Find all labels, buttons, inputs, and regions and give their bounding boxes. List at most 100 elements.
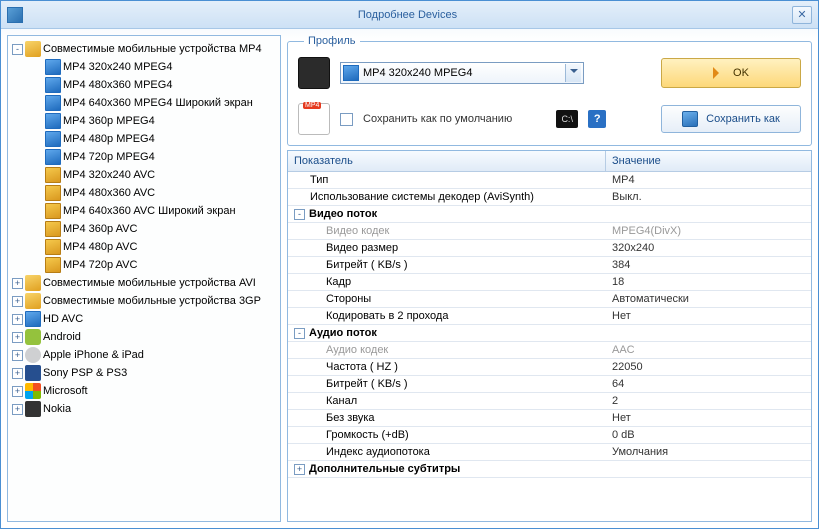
device-tree[interactable]: -Совместимые мобильные устройства MP4 MP4… xyxy=(7,35,281,522)
tree-item[interactable]: MP4 320x240 AVC xyxy=(10,166,278,184)
sony-icon xyxy=(25,365,41,381)
chevron-down-icon[interactable] xyxy=(565,64,581,82)
grid-row[interactable]: Кадр18 xyxy=(288,274,811,291)
tree-item[interactable]: +Совместимые мобильные устройства 3GP xyxy=(10,292,278,310)
close-button[interactable]: ✕ xyxy=(792,6,812,24)
mp4-badge-icon xyxy=(298,103,330,135)
expand-icon[interactable]: - xyxy=(12,44,23,55)
property-value[interactable]: 320x240 xyxy=(606,240,811,256)
expand-icon xyxy=(32,188,43,199)
grid-row[interactable]: Видео размер320x240 xyxy=(288,240,811,257)
expand-icon[interactable]: + xyxy=(12,296,23,307)
property-name: -Аудио поток xyxy=(288,325,606,341)
expand-icon[interactable]: + xyxy=(12,368,23,379)
tree-item[interactable]: MP4 640x360 AVC Широкий экран xyxy=(10,202,278,220)
property-value[interactable]: Умолчания xyxy=(606,444,811,460)
property-value[interactable]: 64 xyxy=(606,376,811,392)
help-icon[interactable]: ? xyxy=(588,110,606,128)
tree-item[interactable]: MP4 480p MPEG4 xyxy=(10,130,278,148)
grid-row[interactable]: Кодировать в 2 проходаНет xyxy=(288,308,811,325)
grid-row[interactable]: Громкость (+dB)0 dB xyxy=(288,427,811,444)
property-value[interactable] xyxy=(606,461,811,477)
tree-item[interactable]: MP4 320x240 MPEG4 xyxy=(10,58,278,76)
tree-item[interactable]: +Sony PSP & PS3 xyxy=(10,364,278,382)
tree-item-label: Apple iPhone & iPad xyxy=(43,349,144,361)
tree-item[interactable]: +Android xyxy=(10,328,278,346)
property-value[interactable] xyxy=(606,206,811,222)
group-expand-icon[interactable]: - xyxy=(294,328,305,339)
grid-row[interactable]: СтороныАвтоматически xyxy=(288,291,811,308)
property-value[interactable]: Нет xyxy=(606,308,811,324)
expand-icon[interactable]: + xyxy=(12,350,23,361)
property-name: Битрейт ( KB/s ) xyxy=(288,257,606,273)
grid-header: Показатель Значение xyxy=(288,151,811,172)
property-name: Канал xyxy=(288,393,606,409)
tree-item-label: MP4 480p AVC xyxy=(63,241,137,253)
grid-row[interactable]: Аудио кодекAAC xyxy=(288,342,811,359)
group-expand-icon[interactable]: - xyxy=(294,209,305,220)
property-value[interactable]: Автоматически xyxy=(606,291,811,307)
mp4-icon xyxy=(45,149,61,165)
expand-icon xyxy=(32,116,43,127)
grid-row[interactable]: Битрейт ( KB/s )384 xyxy=(288,257,811,274)
ok-button[interactable]: OK xyxy=(661,58,801,88)
device-icon xyxy=(298,57,330,89)
property-name: Тип xyxy=(288,172,606,188)
property-value[interactable]: 22050 xyxy=(606,359,811,375)
header-value[interactable]: Значение xyxy=(606,151,811,171)
tree-item[interactable]: +HD AVC xyxy=(10,310,278,328)
property-value[interactable]: 18 xyxy=(606,274,811,290)
grid-row[interactable]: Индекс аудиопотокаУмолчания xyxy=(288,444,811,461)
save-as-button[interactable]: Сохранить как xyxy=(661,105,801,133)
grid-group-row[interactable]: -Аудио поток xyxy=(288,325,811,342)
property-value[interactable]: Выкл. xyxy=(606,189,811,205)
expand-icon[interactable]: + xyxy=(12,404,23,415)
profile-select[interactable]: MP4 320x240 MPEG4 xyxy=(340,62,584,84)
expand-icon[interactable]: + xyxy=(12,332,23,343)
tree-item[interactable]: MP4 720p AVC xyxy=(10,256,278,274)
grid-row[interactable]: ТипMP4 xyxy=(288,172,811,189)
grid-body[interactable]: ТипMP4Использование системы декодер (Avi… xyxy=(288,172,811,521)
expand-icon[interactable]: + xyxy=(12,386,23,397)
grid-row[interactable]: Битрейт ( KB/s )64 xyxy=(288,376,811,393)
tree-item[interactable]: MP4 720p MPEG4 xyxy=(10,148,278,166)
tree-item[interactable]: MP4 360p AVC xyxy=(10,220,278,238)
folder-icon xyxy=(25,275,41,291)
tree-item[interactable]: MP4 640x360 MPEG4 Широкий экран xyxy=(10,94,278,112)
property-value[interactable] xyxy=(606,325,811,341)
tree-item[interactable]: -Совместимые мобильные устройства MP4 xyxy=(10,40,278,58)
grid-row[interactable]: Без звукаНет xyxy=(288,410,811,427)
property-value[interactable]: AAC xyxy=(606,342,811,358)
tree-item[interactable]: + Apple iPhone & iPad xyxy=(10,346,278,364)
grid-row[interactable]: Использование системы декодер (AviSynth)… xyxy=(288,189,811,206)
property-value[interactable]: 384 xyxy=(606,257,811,273)
tree-item[interactable]: +Совместимые мобильные устройства AVI xyxy=(10,274,278,292)
property-value[interactable]: 0 dB xyxy=(606,427,811,443)
tree-item[interactable]: MP4 360p MPEG4 xyxy=(10,112,278,130)
group-expand-icon[interactable]: + xyxy=(294,464,305,475)
save-default-checkbox[interactable] xyxy=(340,113,353,126)
tree-item[interactable]: MP4 480x360 AVC xyxy=(10,184,278,202)
property-value[interactable]: 2 xyxy=(606,393,811,409)
tree-item[interactable]: +Microsoft xyxy=(10,382,278,400)
tree-item[interactable]: MP4 480x360 MPEG4 xyxy=(10,76,278,94)
avc-icon xyxy=(45,185,61,201)
expand-icon[interactable]: + xyxy=(12,314,23,325)
tree-item-label: MP4 640x360 MPEG4 Широкий экран xyxy=(63,97,253,109)
tree-item[interactable]: +Nokia xyxy=(10,400,278,418)
mp4-icon xyxy=(25,311,41,327)
grid-group-row[interactable]: -Видео поток xyxy=(288,206,811,223)
header-name[interactable]: Показатель xyxy=(288,151,606,171)
property-value[interactable]: Нет xyxy=(606,410,811,426)
expand-icon[interactable]: + xyxy=(12,278,23,289)
grid-row[interactable]: Канал2 xyxy=(288,393,811,410)
property-value[interactable]: MP4 xyxy=(606,172,811,188)
tree-item-label: MP4 320x240 MPEG4 xyxy=(63,61,172,73)
property-value[interactable]: MPEG4(DivX) xyxy=(606,223,811,239)
cmd-icon[interactable]: C:\ xyxy=(556,110,578,128)
tree-item[interactable]: MP4 480p AVC xyxy=(10,238,278,256)
grid-row[interactable]: Видео кодекMPEG4(DivX) xyxy=(288,223,811,240)
grid-group-row[interactable]: +Дополнительные субтитры xyxy=(288,461,811,478)
content-area: -Совместимые мобильные устройства MP4 MP4… xyxy=(1,29,818,528)
grid-row[interactable]: Частота ( HZ )22050 xyxy=(288,359,811,376)
